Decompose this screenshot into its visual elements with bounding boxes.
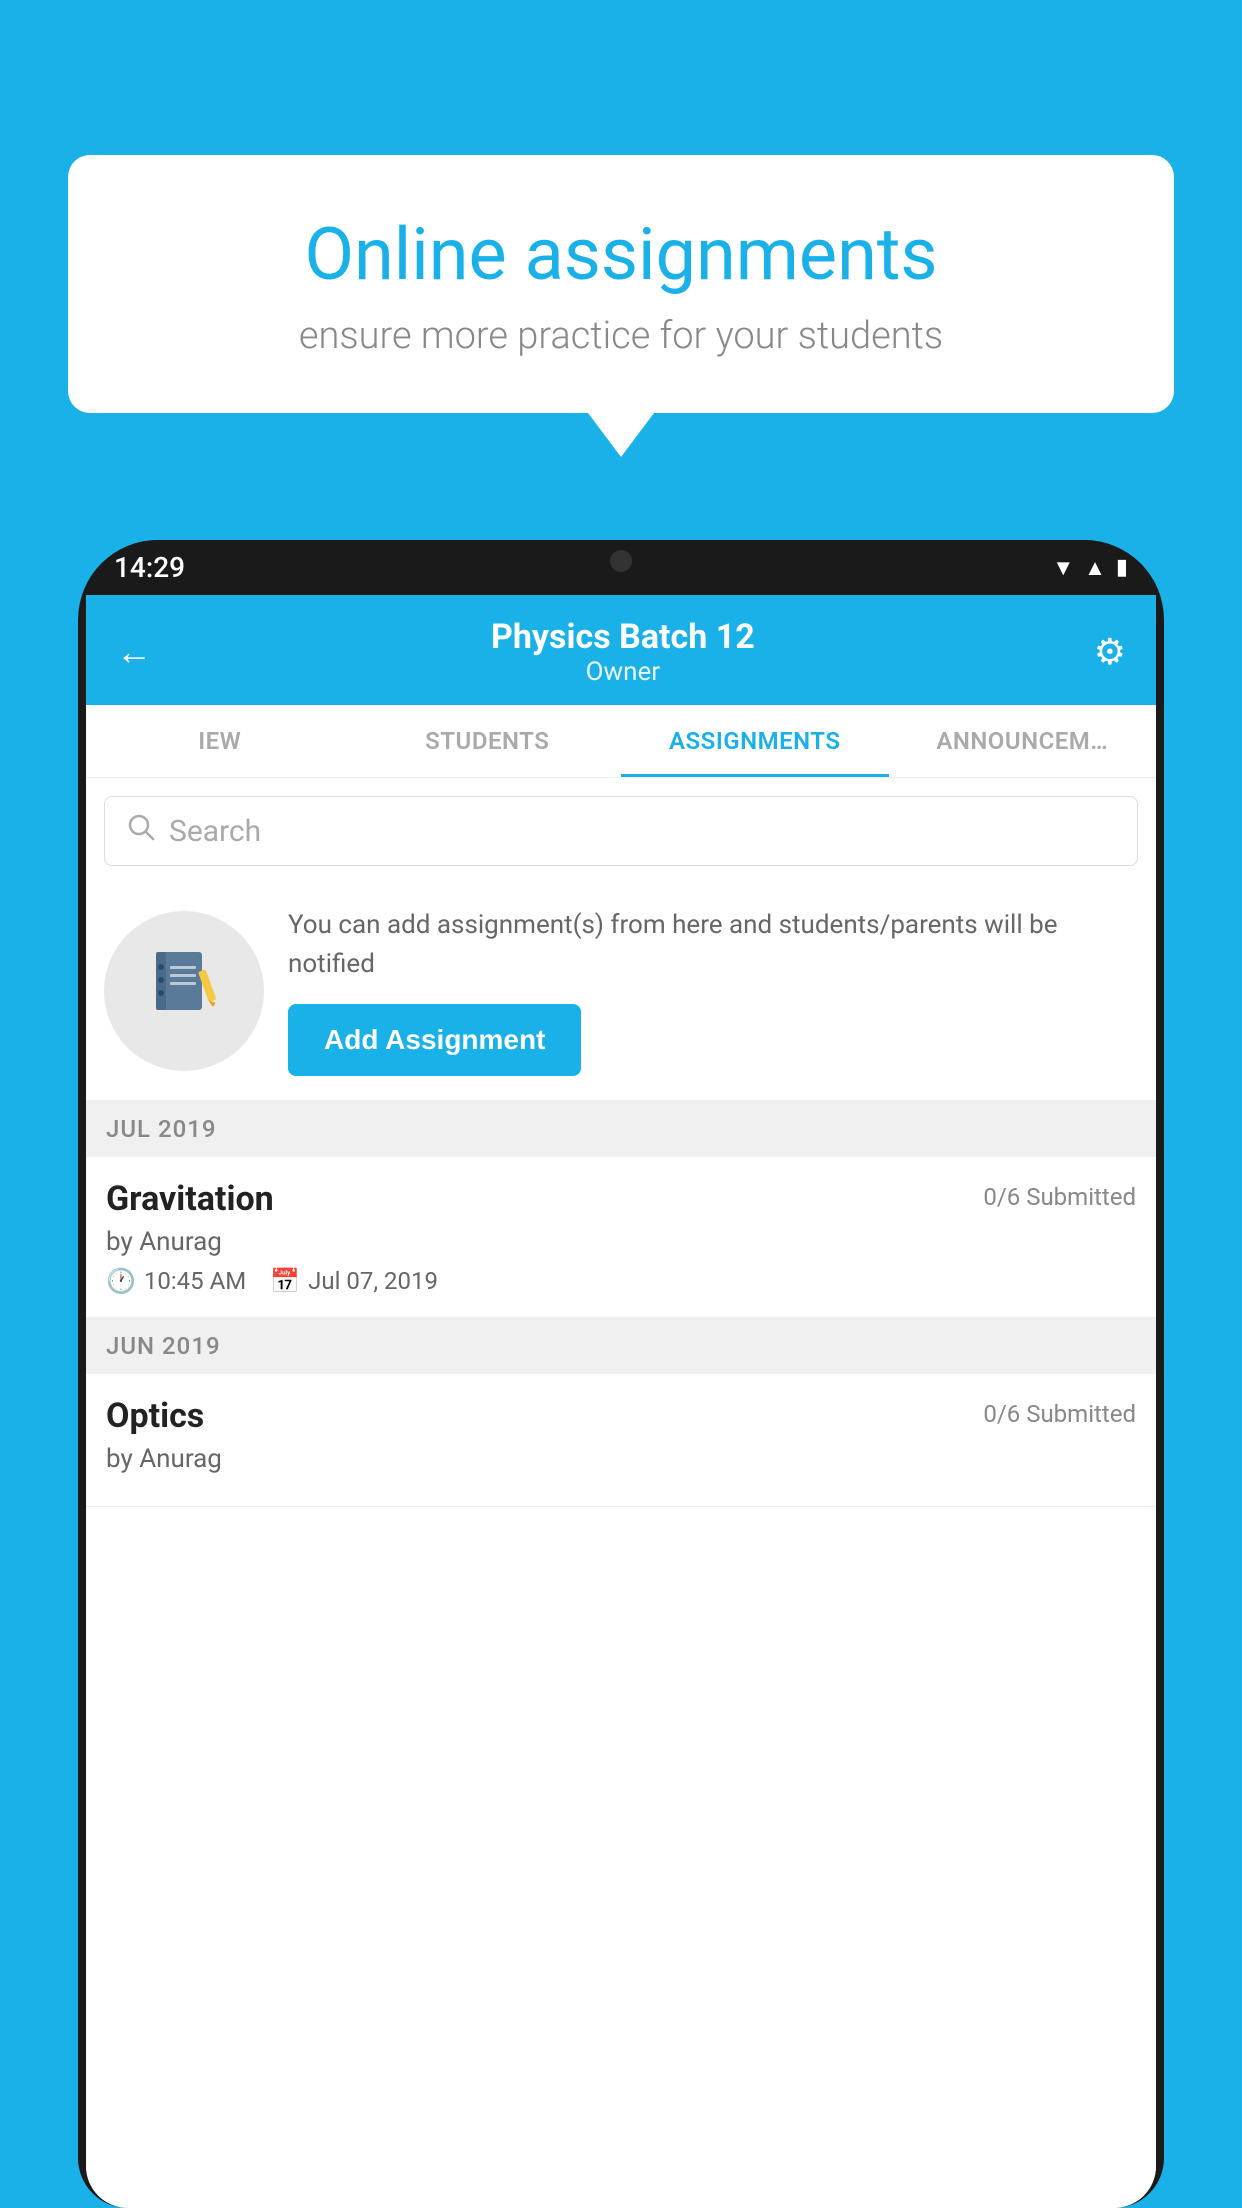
assignment-meta: 🕐 10:45 AM 📅 Jul 07, 2019 bbox=[106, 1267, 1136, 1295]
settings-icon[interactable]: ⚙ bbox=[1094, 631, 1126, 673]
search-placeholder: Search bbox=[169, 814, 261, 849]
status-bar: 14:29 ▼ ▲ ▮ bbox=[78, 540, 1164, 595]
speech-bubble-wrapper: Online assignments ensure more practice … bbox=[68, 155, 1174, 413]
add-assignment-button[interactable]: Add Assignment bbox=[288, 1004, 581, 1076]
promo-section: You can add assignment(s) from here and … bbox=[86, 882, 1156, 1101]
status-icons: ▼ ▲ ▮ bbox=[1052, 555, 1128, 581]
bubble-title: Online assignments bbox=[138, 215, 1104, 294]
wifi-icon: ▼ bbox=[1052, 555, 1074, 581]
tabs-bar: IEW STUDENTS ASSIGNMENTS ANNOUNCEM… bbox=[86, 705, 1156, 778]
assignment-title: Gravitation bbox=[106, 1179, 274, 1219]
battery-icon: ▮ bbox=[1116, 555, 1128, 580]
assignment-submitted-optics: 0/6 Submitted bbox=[983, 1400, 1136, 1428]
content-area: Search bbox=[86, 778, 1156, 2208]
header-title: Physics Batch 12 bbox=[491, 617, 755, 657]
meta-time: 🕐 10:45 AM bbox=[106, 1267, 246, 1295]
camera-notch bbox=[610, 550, 632, 572]
signal-icon: ▲ bbox=[1084, 555, 1106, 581]
phone-screen: ← Physics Batch 12 Owner ⚙ IEW STUDENTS … bbox=[86, 595, 1156, 2208]
assignment-title-optics: Optics bbox=[106, 1396, 204, 1436]
status-time: 14:29 bbox=[114, 551, 185, 584]
assignment-item-optics[interactable]: Optics 0/6 Submitted by Anurag bbox=[86, 1374, 1156, 1507]
search-icon bbox=[127, 813, 155, 849]
phone-frame: 14:29 ▼ ▲ ▮ ← Physics Batch 12 Owner ⚙ I… bbox=[78, 540, 1164, 2208]
tab-announcements[interactable]: ANNOUNCEM… bbox=[889, 705, 1157, 777]
bubble-subtitle: ensure more practice for your students bbox=[138, 314, 1104, 358]
assignment-by-optics: by Anurag bbox=[106, 1444, 1136, 1474]
assignment-submitted: 0/6 Submitted bbox=[983, 1183, 1136, 1211]
back-button[interactable]: ← bbox=[116, 631, 152, 673]
calendar-icon: 📅 bbox=[270, 1267, 300, 1295]
promo-content: You can add assignment(s) from here and … bbox=[288, 906, 1138, 1076]
phone-notch bbox=[561, 540, 681, 580]
assignment-header-optics: Optics 0/6 Submitted bbox=[106, 1396, 1136, 1436]
assignment-by: by Anurag bbox=[106, 1227, 1136, 1257]
tab-students[interactable]: STUDENTS bbox=[354, 705, 622, 777]
search-bar[interactable]: Search bbox=[104, 796, 1138, 866]
app-header: ← Physics Batch 12 Owner ⚙ bbox=[86, 595, 1156, 705]
promo-icon-circle bbox=[104, 911, 264, 1071]
tab-iew[interactable]: IEW bbox=[86, 705, 354, 777]
promo-text: You can add assignment(s) from here and … bbox=[288, 906, 1138, 984]
notebook-icon bbox=[144, 942, 224, 1040]
speech-bubble: Online assignments ensure more practice … bbox=[68, 155, 1174, 413]
assignment-header: Gravitation 0/6 Submitted bbox=[106, 1179, 1136, 1219]
month-separator-jun: JUN 2019 bbox=[86, 1318, 1156, 1374]
meta-date: 📅 Jul 07, 2019 bbox=[270, 1267, 438, 1295]
clock-icon: 🕐 bbox=[106, 1267, 136, 1295]
tab-assignments[interactable]: ASSIGNMENTS bbox=[621, 705, 889, 777]
month-separator-jul: JUL 2019 bbox=[86, 1101, 1156, 1157]
header-title-block: Physics Batch 12 Owner bbox=[491, 617, 755, 687]
header-subtitle: Owner bbox=[491, 657, 755, 687]
assignment-item-gravitation[interactable]: Gravitation 0/6 Submitted by Anurag 🕐 10… bbox=[86, 1157, 1156, 1318]
